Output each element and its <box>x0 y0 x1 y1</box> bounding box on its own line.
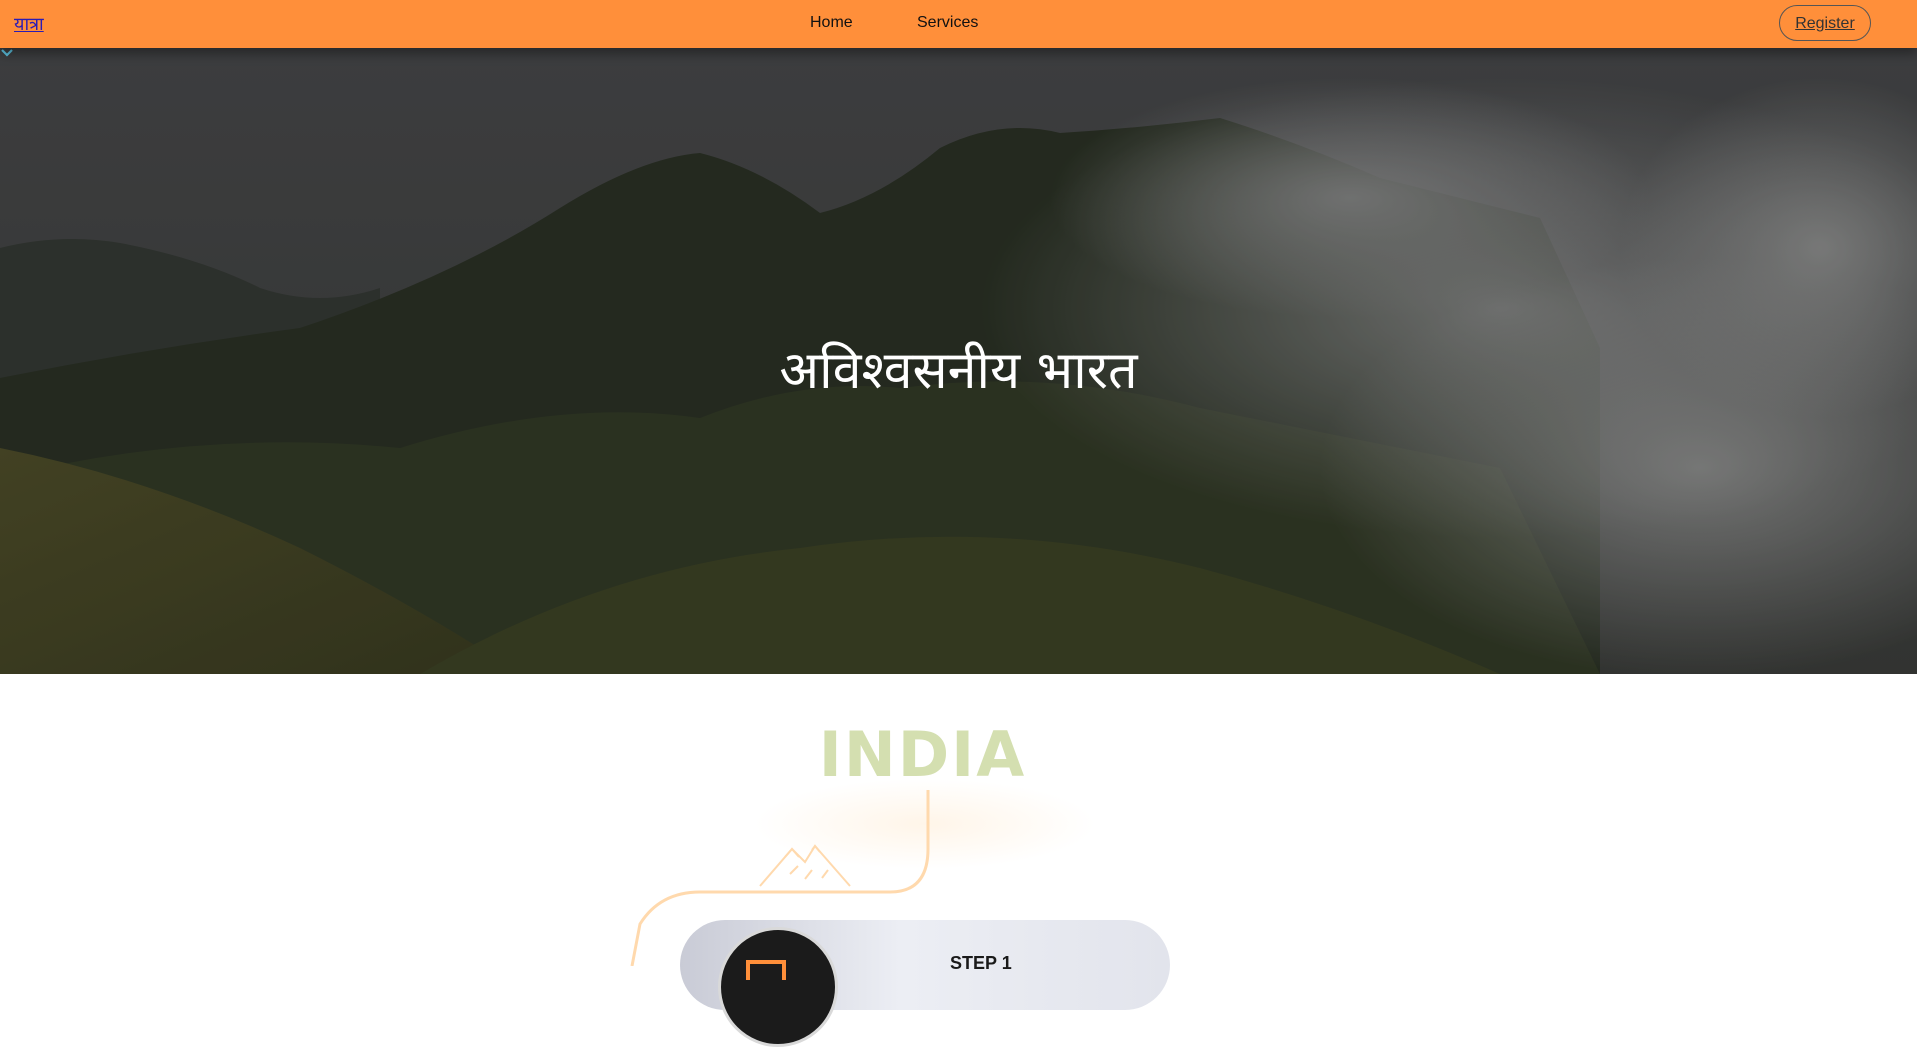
india-section-title: INDIA <box>818 718 1027 791</box>
brand-logo-link[interactable]: यात्रा <box>14 12 44 36</box>
hero-banner: अविश्वसनीय भारत <box>0 48 1917 674</box>
ticket-icon <box>746 960 786 980</box>
chevron-down-icon[interactable] <box>0 48 14 58</box>
hero-title: अविश्वसनीय भारत <box>779 341 1138 401</box>
top-navbar: यात्रा Home Services Register <box>0 0 1917 48</box>
step-label: STEP 1 <box>950 953 1012 973</box>
step-badge <box>718 927 838 1047</box>
register-button[interactable]: Register <box>1779 5 1871 41</box>
nav-home-link[interactable]: Home <box>810 14 853 32</box>
nav-services-link[interactable]: Services <box>917 14 978 32</box>
